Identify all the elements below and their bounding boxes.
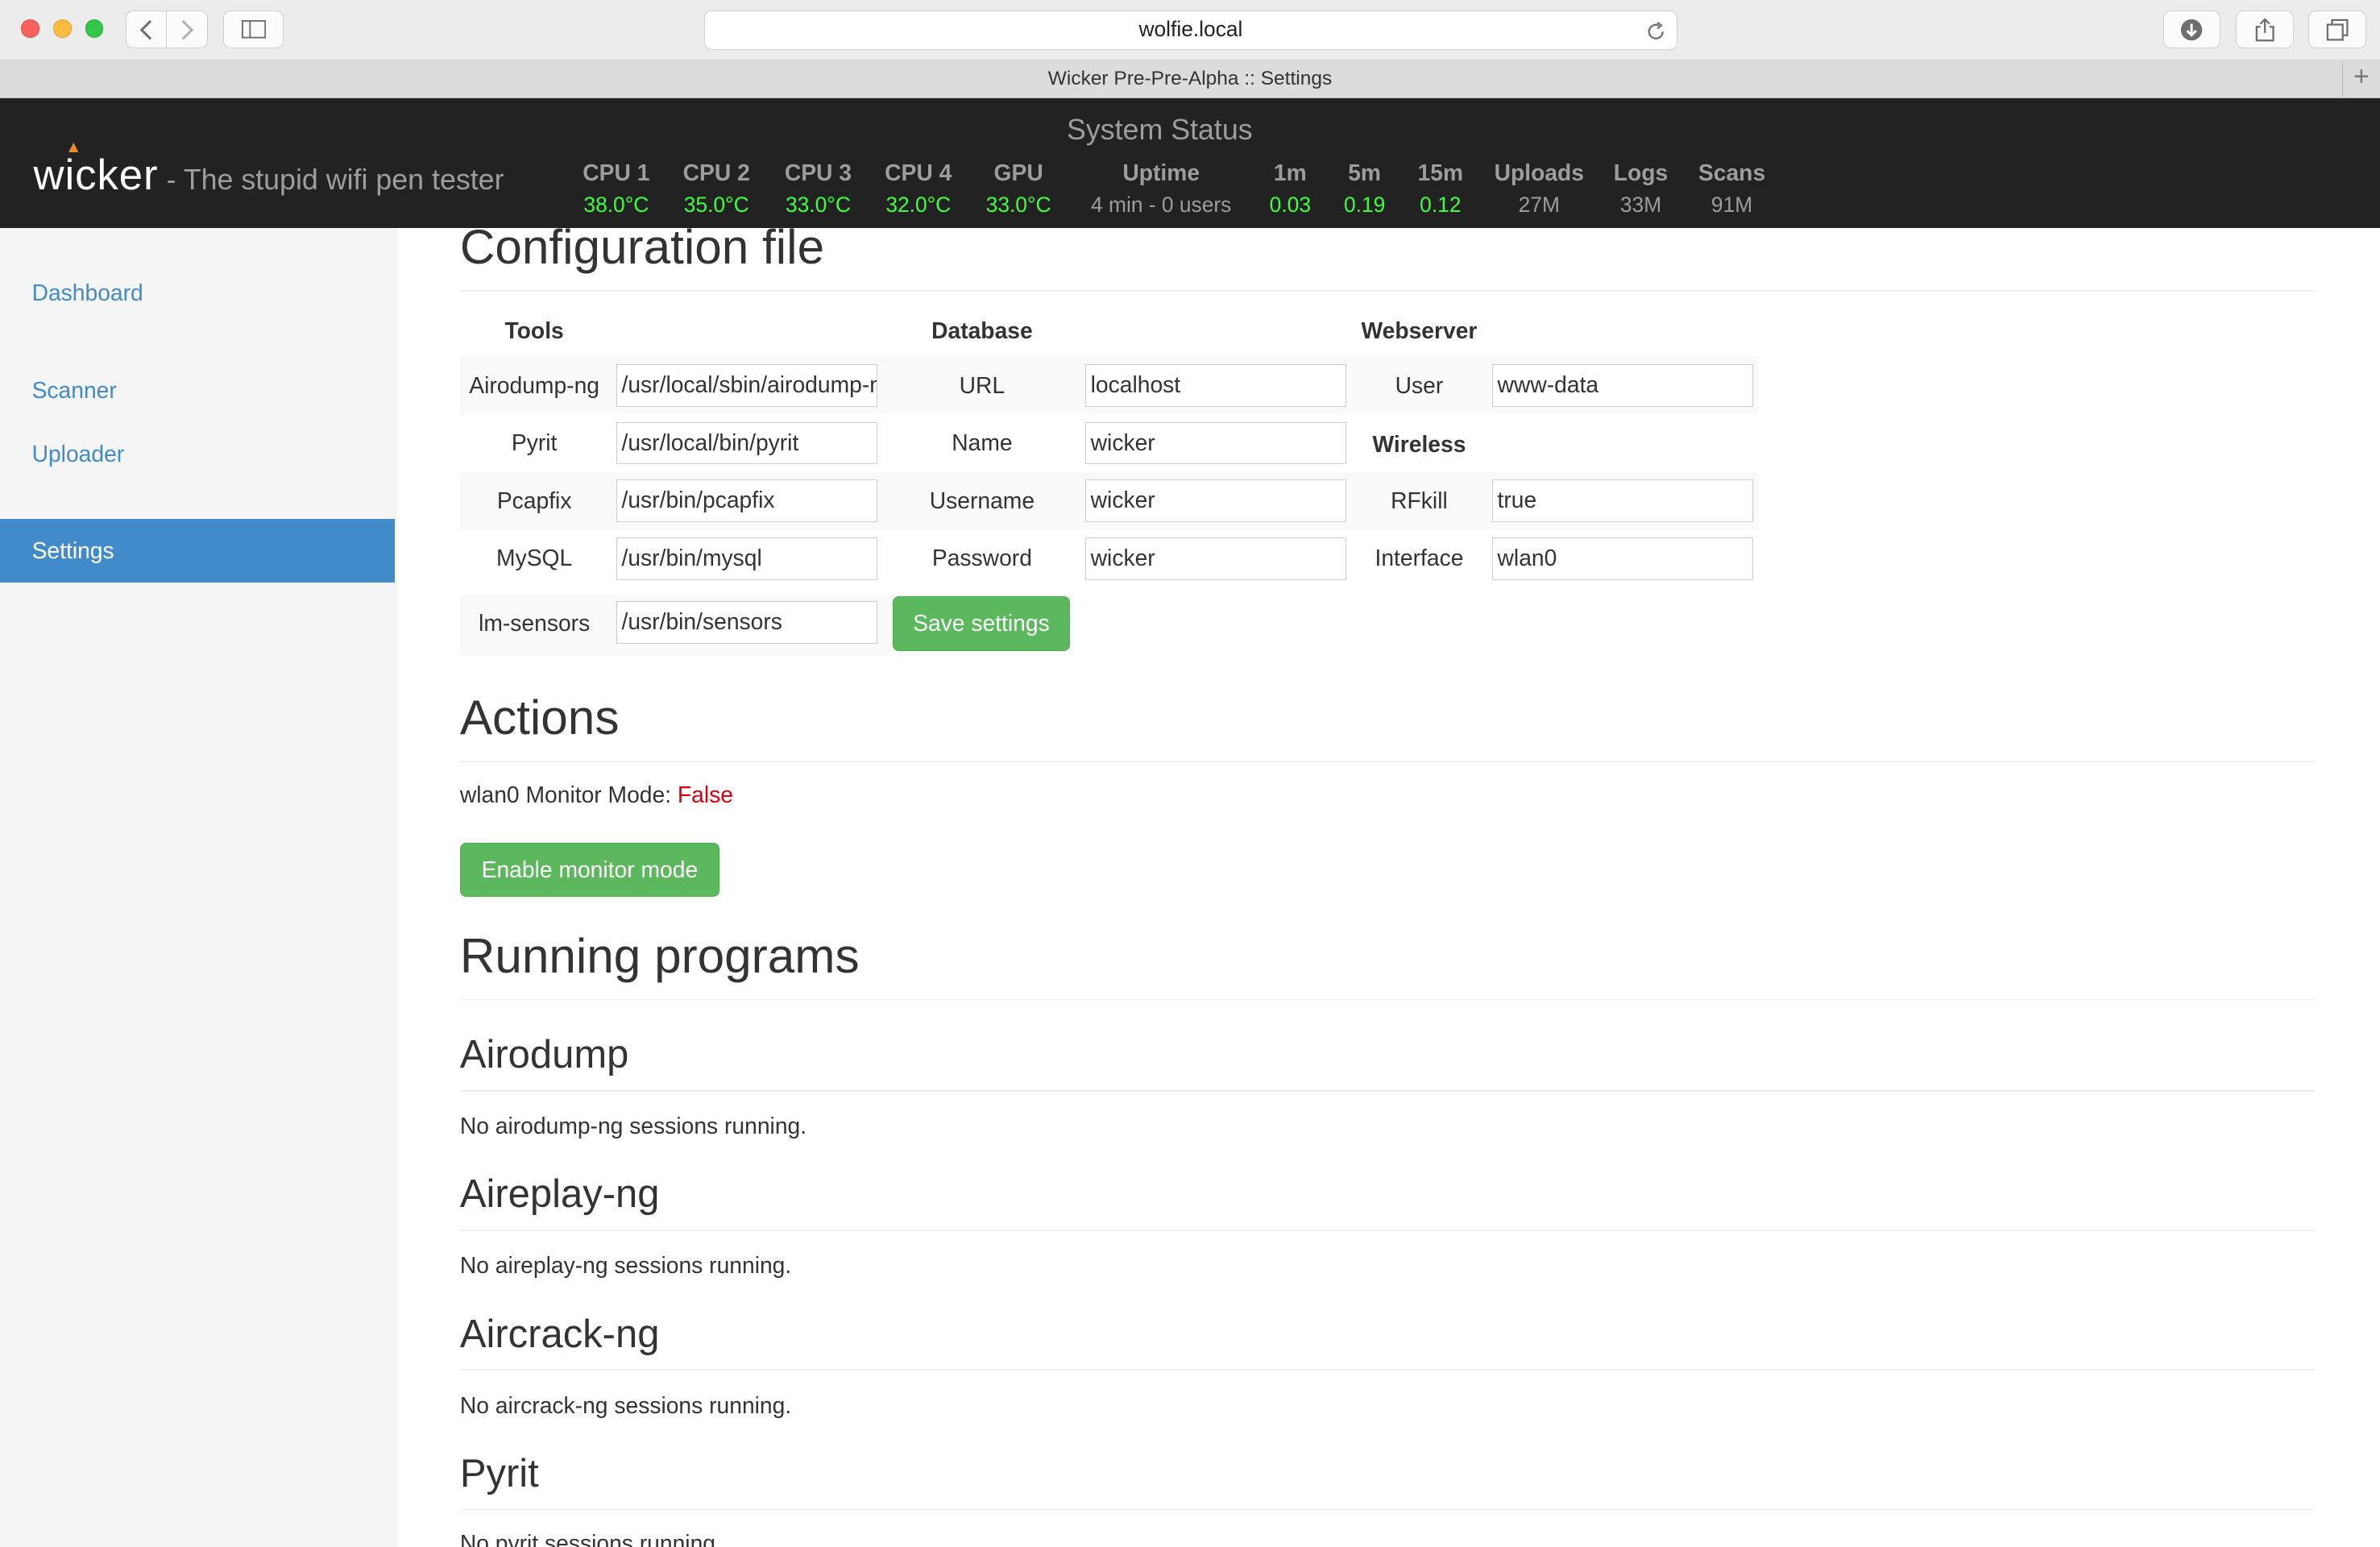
web-label-user: User	[1395, 371, 1444, 398]
address-bar[interactable]: wolfie.local	[704, 10, 1677, 51]
stat-logs: Logs 33M	[1613, 159, 1669, 217]
tabs-overview-button[interactable]	[2308, 10, 2367, 49]
plus-icon: +	[2353, 61, 2370, 93]
stat-load-5m: 5m 0.19	[1343, 159, 1386, 217]
main-content: Configuration file Tools Database Webser…	[459, 219, 2315, 1547]
chevron-right-icon	[181, 19, 193, 40]
rfkill-input[interactable]: true	[1491, 479, 1753, 523]
brand[interactable]: wicker ▲ - The stupid wifi pen tester	[33, 137, 504, 200]
back-button[interactable]	[126, 10, 168, 49]
downloads-button[interactable]	[2162, 10, 2221, 49]
running-programs-title: Running programs	[459, 928, 860, 984]
stat-cpu2: CPU 2 35.0°C	[682, 159, 750, 217]
wireless-label-interface: Interface	[1375, 545, 1464, 571]
close-window-button[interactable]	[21, 19, 39, 39]
stat-cpu1: CPU 1 38.0°C	[583, 159, 650, 217]
tab-title[interactable]: Wicker Pre-Pre-Alpha :: Settings	[1048, 68, 1332, 89]
sidebar: Dashboard Scanner Uploader Settings	[0, 227, 396, 1547]
config-title: Configuration file	[459, 219, 825, 275]
stat-load-15m: 15m 0.12	[1417, 159, 1464, 217]
app-header: wicker ▲ - The stupid wifi pen tester Sys…	[0, 98, 2380, 228]
sidebar-item-uploader[interactable]: Uploader	[0, 422, 395, 486]
web-user-input[interactable]: www-data	[1491, 364, 1753, 407]
divider	[459, 998, 2315, 1001]
minimize-window-button[interactable]	[52, 19, 72, 39]
stat-gpu: GPU 33.0°C	[985, 159, 1051, 217]
db-label-password: Password	[931, 545, 1032, 571]
browser-toolbar: wolfie.local	[0, 0, 2380, 61]
stat-uploads: Uploads 27M	[1494, 159, 1585, 217]
tab-bar: Wicker Pre-Pre-Alpha :: Settings +	[0, 60, 2380, 99]
sidebar-item-dashboard[interactable]: Dashboard	[0, 261, 395, 325]
program-title-aircrack: Aircrack-ng	[459, 1312, 660, 1356]
db-label-username: Username	[929, 487, 1035, 513]
sidebar-icon	[241, 20, 266, 39]
program-status-aireplay: No aireplay-ng sessions running.	[459, 1252, 792, 1279]
tool-label-pcapfix: Pcapfix	[496, 487, 572, 513]
sidebar-toggle-button[interactable]	[222, 10, 284, 49]
url-text: wolfie.local	[1138, 17, 1243, 42]
divider	[459, 1369, 2315, 1371]
new-tab-button[interactable]: +	[2341, 60, 2380, 97]
db-label-url: URL	[959, 371, 1005, 398]
monitor-mode-label: wlan0 Monitor Mode:	[459, 782, 672, 808]
program-status-pyrit: No pyrit sessions running.	[459, 1529, 722, 1547]
stat-cpu3: CPU 3 33.0°C	[784, 159, 852, 217]
download-icon	[2181, 19, 2203, 40]
logo: wicker ▲	[33, 137, 159, 199]
flame-icon: ▲	[65, 137, 83, 156]
zoom-window-button[interactable]	[85, 19, 104, 39]
sidebar-item-scanner[interactable]: Scanner	[0, 359, 395, 422]
airodump-path-input[interactable]: /usr/local/sbin/airodump-ng	[616, 364, 877, 407]
monitor-mode-status: wlan0 Monitor Mode: False	[460, 782, 733, 808]
pcapfix-path-input[interactable]: /usr/bin/pcapfix	[616, 479, 877, 523]
program-status-aircrack: No aircrack-ng sessions running.	[459, 1391, 792, 1418]
tool-label-airodump: Airodump-ng	[469, 371, 599, 398]
sidebar-item-settings[interactable]: Settings	[0, 519, 395, 583]
forward-button[interactable]	[167, 10, 209, 49]
wireless-label-rfkill: RFkill	[1391, 487, 1448, 513]
stat-uptime: Uptime 4 min - 0 users	[1091, 159, 1232, 217]
divider	[459, 289, 2315, 292]
program-title-pyrit: Pyrit	[459, 1452, 539, 1496]
stat-load-1m: 1m 0.03	[1269, 159, 1311, 217]
tool-label-pyrit: Pyrit	[511, 429, 558, 456]
stat-scans: Scans 91M	[1698, 159, 1766, 217]
tools-header: Tools	[504, 317, 564, 343]
db-label-name: Name	[952, 429, 1013, 456]
stat-cpu4: CPU 4 32.0°C	[885, 159, 952, 217]
database-header: Database	[931, 317, 1033, 343]
divider	[459, 1508, 2315, 1511]
enable-monitor-mode-button[interactable]: Enable monitor mode	[459, 842, 719, 898]
tabs-icon	[2326, 19, 2349, 41]
mysql-path-input[interactable]: /usr/bin/mysql	[616, 537, 877, 580]
sensors-path-input[interactable]: /usr/bin/sensors	[616, 601, 877, 644]
interface-input[interactable]: wlan0	[1491, 537, 1753, 580]
reload-icon[interactable]	[1646, 18, 1665, 54]
wireless-header: Wireless	[1372, 431, 1466, 457]
monitor-mode-value: False	[677, 782, 734, 808]
db-url-input[interactable]: localhost	[1085, 364, 1347, 407]
tool-label-lm-sensors: lm-sensors	[479, 610, 591, 637]
divider	[459, 760, 2315, 762]
share-button[interactable]	[2236, 10, 2294, 49]
share-icon	[2255, 17, 2274, 42]
tool-label-mysql: MySQL	[496, 545, 573, 571]
program-status-airodump: No airodump-ng sessions running.	[459, 1112, 807, 1138]
divider	[459, 1089, 2315, 1092]
actions-title: Actions	[459, 690, 620, 745]
db-name-input[interactable]: wicker	[1085, 421, 1347, 465]
chevron-left-icon	[140, 19, 152, 40]
program-title-aireplay: Aireplay-ng	[459, 1172, 660, 1217]
divider	[459, 1229, 2315, 1231]
program-title-airodump: Airodump	[459, 1033, 629, 1077]
pyrit-path-input[interactable]: /usr/local/bin/pyrit	[616, 421, 877, 465]
db-password-input[interactable]: wicker	[1085, 537, 1347, 580]
save-settings-button[interactable]: Save settings	[892, 596, 1071, 652]
db-username-input[interactable]: wicker	[1085, 479, 1347, 523]
webserver-header: Webserver	[1361, 317, 1478, 343]
browser-window: wolfie.local Wicker Pre-Pre-Alpha :: Set…	[0, 0, 2380, 1547]
tagline: - The stupid wifi pen tester	[166, 163, 504, 196]
system-status-title: System Status	[1066, 114, 1253, 147]
